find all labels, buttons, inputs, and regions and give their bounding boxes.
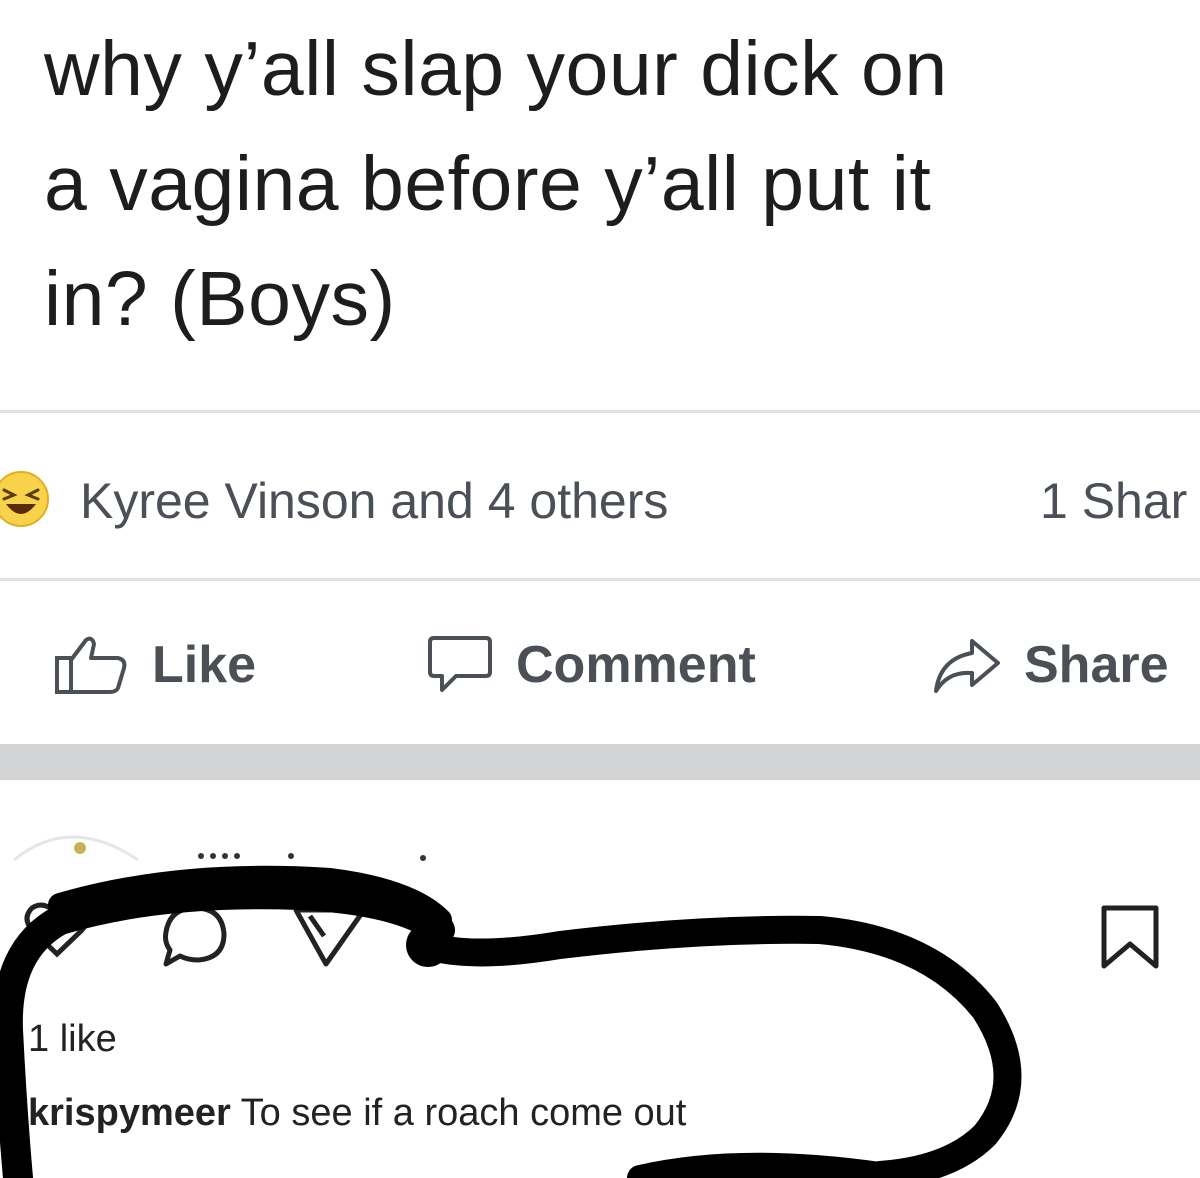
- bookmark-icon[interactable]: [1098, 904, 1162, 970]
- post-text-line: why y’all slap your dick on: [44, 26, 948, 112]
- share-count[interactable]: 1 Shar: [1040, 472, 1187, 530]
- comment-username[interactable]: krispymeer: [28, 1092, 231, 1134]
- post-text-line: in? (Boys): [44, 256, 396, 342]
- reaction-summary[interactable]: Kyree Vinson and 4 others: [80, 472, 668, 530]
- avatar[interactable]: [10, 820, 140, 880]
- comment-icon: [428, 636, 492, 692]
- thumbs-up-icon: [55, 636, 127, 694]
- reactions-bar[interactable]: Kyree Vinson and 4 others 1 Shar: [0, 462, 1200, 542]
- heart-icon[interactable]: [22, 900, 92, 960]
- haha-emoji-icon: [0, 471, 49, 527]
- comment-body: To see if a roach come out: [230, 1092, 687, 1134]
- comment-bubble-icon[interactable]: [158, 902, 232, 970]
- likes-count[interactable]: 1 like: [28, 1018, 117, 1061]
- divider: [0, 410, 1200, 413]
- share-icon: [934, 639, 1000, 693]
- like-button[interactable]: Like: [54, 610, 256, 720]
- share-label: Share: [1024, 636, 1169, 694]
- blurred-username: [198, 853, 426, 861]
- comment-label: Comment: [516, 636, 756, 694]
- share-button[interactable]: Share: [930, 610, 1169, 720]
- action-bar: Like Comment Share: [0, 610, 1200, 720]
- separator-band: [0, 744, 1200, 780]
- comment-text: krispymeer To see if a roach come out: [28, 1092, 686, 1135]
- divider: [0, 578, 1200, 581]
- comment-button[interactable]: Comment: [426, 610, 756, 720]
- send-icon[interactable]: [290, 902, 370, 972]
- post-text-line: a vagina before y’all put it: [44, 141, 932, 227]
- like-label: Like: [152, 636, 257, 694]
- post-text: why y’all slap your dick on a vagina bef…: [44, 12, 1194, 357]
